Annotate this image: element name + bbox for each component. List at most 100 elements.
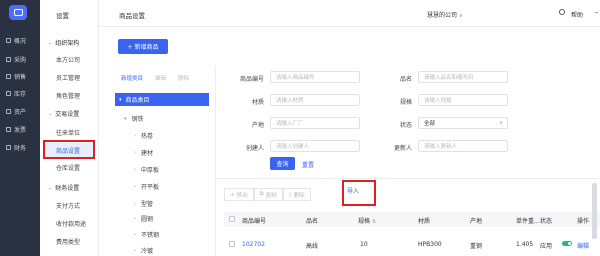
chevron-right-icon: ›	[134, 231, 136, 238]
chevron-right-icon: ›	[134, 132, 136, 139]
tree-root-product-category[interactable]: ▾ 商品类目	[115, 93, 209, 106]
chevron-down-icon: ⌄	[48, 39, 53, 46]
more-icon[interactable]: ···	[594, 9, 599, 17]
chevron-down-icon: ∨	[459, 13, 463, 19]
tree-node[interactable]: › 开平板	[134, 182, 159, 192]
help-link[interactable]: 帮助	[571, 10, 583, 19]
column-header-status[interactable]: 状态	[540, 216, 552, 225]
cell-material: HPB300	[418, 241, 442, 248]
cell-status: 应用	[540, 243, 553, 250]
delete-button[interactable]: ▯ 删除	[282, 188, 311, 201]
subnav-item-warehouse[interactable]: 仓库设置	[56, 163, 80, 172]
group-organization[interactable]: ⌄ 组织架构	[48, 38, 79, 48]
subnav-item-payment-purposes[interactable]: 收付款用途	[56, 219, 86, 228]
subnav-item-expense-types[interactable]: 费用类型	[56, 237, 80, 246]
name-input[interactable]: 请输入品名和缩写码	[418, 71, 508, 83]
nav-item-assets[interactable]: 资产	[0, 104, 40, 118]
nav-item-sales[interactable]: 销售	[0, 69, 40, 83]
tree-node[interactable]: › 建材	[134, 148, 153, 158]
add-product-button[interactable]: + 新增商品	[118, 39, 168, 54]
chevron-right-icon: ›	[134, 149, 136, 156]
cell-code[interactable]: 102702	[242, 241, 265, 248]
chevron-down-icon: ▾	[124, 115, 127, 122]
subnav-item-partners[interactable]: 往来单位	[56, 128, 80, 137]
column-header-name[interactable]: 品名	[306, 216, 318, 225]
tree-node[interactable]: › 不锈钢	[134, 230, 159, 240]
origin-input[interactable]: 请输入厂厂	[270, 117, 360, 129]
subnav-item-roles[interactable]: 角色管理	[56, 91, 80, 100]
subnav-item-company[interactable]: 本方公司	[56, 55, 80, 64]
updater-input[interactable]: 请输入更新人	[418, 140, 508, 152]
tree-node[interactable]: › 圆钢	[134, 214, 153, 224]
spec-input[interactable]: 请输入规格	[418, 94, 508, 106]
creator-input[interactable]: 请输入创建人	[270, 140, 360, 152]
column-header-actions: 操作	[577, 218, 590, 225]
cell-name: 高线	[306, 243, 319, 250]
group-trade[interactable]: ⌄ 交易设置	[48, 109, 79, 119]
nav-item-overview[interactable]: 概况	[0, 33, 40, 47]
chevron-right-icon: ›	[134, 247, 136, 254]
copy-button[interactable]: ⧉ 复制	[253, 188, 283, 201]
group-finance[interactable]: ⌄ 财务设置	[48, 183, 79, 193]
code-label: 商品编号	[239, 76, 264, 83]
trash-icon: ▯	[288, 191, 292, 198]
chevron-down-icon: ▾	[119, 96, 122, 103]
column-header-material[interactable]: 材质	[418, 216, 430, 225]
move-button[interactable]: + 移动	[224, 188, 254, 201]
table-toolbar: + 移动 ⧉ 复制 ▯ 删除	[224, 188, 311, 201]
highlight-box-product-settings	[43, 140, 95, 159]
column-header-weight[interactable]: 单件重...	[516, 216, 540, 225]
edit-category-button[interactable]: 编辑	[155, 74, 166, 82]
name-label: 品名	[399, 76, 412, 83]
code-input[interactable]: 请输入商品编号	[270, 71, 360, 83]
asset-icon	[6, 108, 11, 114]
app-logo[interactable]	[9, 5, 27, 20]
reset-button[interactable]: 重置	[302, 160, 314, 169]
origin-label: 产地	[251, 122, 264, 129]
chevron-down-icon: ⌄	[48, 110, 53, 117]
add-category-button[interactable]: 新增类目	[121, 74, 143, 82]
tree-node-steel[interactable]: ▾ 钢铁	[124, 114, 144, 124]
delete-category-button[interactable]: 删除	[178, 74, 189, 82]
tree-node[interactable]: › 热卷	[134, 131, 153, 141]
subnav-title: 设置	[56, 12, 69, 20]
settings-subnav: 设置 ⌄ 组织架构 本方公司 员工管理 角色管理 ⌄ 交易设置 往来单位 商品设置 …	[40, 0, 99, 256]
nav-item-invoice[interactable]: 发票	[0, 122, 40, 136]
subnav-item-staff[interactable]: 员工管理	[56, 73, 80, 82]
row-checkbox[interactable]	[229, 241, 235, 247]
table-header: 商品编号 品名 规格 ⇅ 材质 产地 单件重... 状态 操作	[224, 212, 600, 227]
select-all-checkbox[interactable]	[229, 216, 235, 222]
search-icon[interactable]	[559, 9, 565, 15]
finance-icon	[6, 144, 11, 150]
column-header-spec[interactable]: 规格 ⇅	[358, 216, 376, 225]
top-bar: 商品设置 慧慧的公司 ∨ 帮助 ···	[99, 0, 600, 27]
column-header-code[interactable]: 商品编号	[242, 216, 266, 225]
vertical-scrollbar[interactable]	[592, 183, 597, 239]
tree-node[interactable]: › 中厚板	[134, 165, 159, 175]
tree-node[interactable]: › 型管	[134, 199, 153, 209]
sales-icon	[6, 73, 11, 79]
chevron-right-icon: ›	[134, 166, 136, 173]
copy-icon: ⧉	[259, 191, 264, 197]
page-title: 商品设置	[119, 12, 145, 20]
company-switcher[interactable]: 慧慧的公司 ∨	[427, 10, 463, 19]
material-input[interactable]: 请输入材质	[270, 94, 360, 106]
nav-item-finance[interactable]: 财务	[0, 140, 40, 154]
app-window: 概况 采购 销售 库存 资产 发票 财务 设置 ⌄ 组织架构 本方公司 员工管理 …	[0, 0, 600, 256]
tree-node[interactable]: › 冷镀	[134, 246, 153, 256]
cart-icon	[6, 56, 11, 62]
subnav-item-payment-methods[interactable]: 支付方式	[56, 201, 80, 210]
updater-label: 更新人	[393, 145, 412, 152]
edit-link[interactable]: 编辑	[577, 241, 589, 250]
panel-divider	[215, 66, 216, 256]
material-label: 材质	[251, 99, 264, 106]
chevron-down-icon: ⌄	[48, 184, 53, 191]
tree-actions: 新增类目 编辑 删除	[121, 74, 189, 82]
nav-item-purchase[interactable]: 采购	[0, 52, 40, 66]
query-button[interactable]: 查询	[270, 157, 295, 170]
nav-item-inventory[interactable]: 库存	[0, 86, 40, 100]
status-toggle[interactable]	[562, 241, 572, 246]
box-icon	[6, 90, 11, 96]
column-header-origin[interactable]: 产地	[470, 216, 482, 225]
status-select[interactable]: 全部 ∨	[418, 117, 508, 129]
